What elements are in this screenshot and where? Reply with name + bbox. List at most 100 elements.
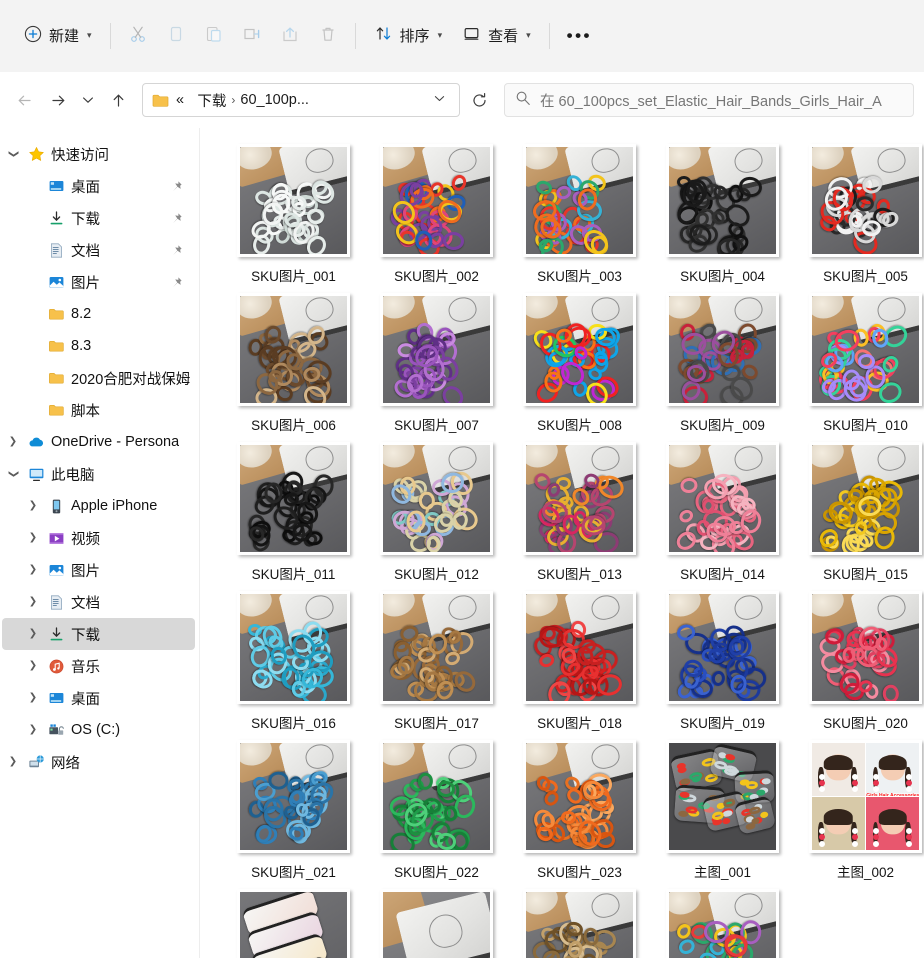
chevron-right-icon[interactable]: ❯ xyxy=(22,725,44,735)
chevron-right-icon[interactable]: ❯ xyxy=(2,437,24,447)
sidebar-item-9[interactable]: ❯ OneDrive - Persona xyxy=(2,426,195,458)
pin-icon[interactable] xyxy=(170,212,183,225)
file-tile[interactable]: SKU图片_009 xyxy=(651,291,794,439)
file-tile[interactable] xyxy=(651,887,794,958)
sidebar-item-0[interactable]: ❯ 快速访问 xyxy=(2,138,195,170)
sidebar-item-3[interactable]: · 文档 xyxy=(2,234,195,266)
view-button[interactable]: 查看 ▾ xyxy=(452,18,541,54)
chevron-down-icon[interactable]: ❯ xyxy=(8,143,19,165)
chevron-right-icon[interactable]: ❯ xyxy=(22,501,44,511)
sidebar-item-7[interactable]: · 2020合肥对战保姆 xyxy=(2,362,195,394)
file-tile[interactable]: SKU图片_008 xyxy=(508,291,651,439)
chevron-right-icon[interactable]: ❯ xyxy=(22,597,44,607)
file-tile[interactable]: SKU图片_012 xyxy=(365,440,508,588)
paste-button[interactable] xyxy=(195,18,233,54)
pin-icon[interactable] xyxy=(170,180,183,193)
file-tile[interactable]: Girls Hair Accessories 主图_002 xyxy=(794,738,924,886)
hair-bands xyxy=(526,445,633,552)
sidebar-item-12[interactable]: ❯ 视频 xyxy=(2,522,195,554)
copy-button[interactable] xyxy=(157,18,195,54)
file-tile[interactable]: SKU图片_023 xyxy=(508,738,651,886)
file-tile[interactable]: SKU图片_017 xyxy=(365,589,508,737)
share-button[interactable] xyxy=(271,18,309,54)
pin-icon[interactable] xyxy=(170,276,183,289)
sidebar-item-10[interactable]: ❯ 此电脑 xyxy=(2,458,195,490)
ellipsis-icon: ••• xyxy=(566,25,592,45)
chevron-right-icon[interactable]: ❯ xyxy=(22,533,44,543)
breadcrumb[interactable]: « 下载 › 60_100p... xyxy=(142,83,460,117)
refresh-button[interactable] xyxy=(462,84,494,116)
cut-button[interactable] xyxy=(119,18,157,54)
file-tile[interactable]: SKU图片_020 xyxy=(794,589,924,737)
chevron-right-icon[interactable]: ❯ xyxy=(22,693,44,703)
sidebar-item-18[interactable]: ❯ OS (C:) xyxy=(2,714,195,746)
breadcrumb-sep-1: › xyxy=(231,93,236,107)
file-tile[interactable] xyxy=(222,887,365,958)
thumbnail-image xyxy=(383,147,490,254)
sidebar-item-4[interactable]: · 图片 xyxy=(2,266,195,298)
bag-collection xyxy=(669,743,776,850)
breadcrumb-item-current[interactable]: 60_100p... xyxy=(240,92,426,108)
back-button[interactable] xyxy=(8,84,40,116)
file-tile[interactable]: SKU图片_001 xyxy=(222,142,365,290)
more-options-button[interactable]: ••• xyxy=(558,18,601,54)
file-tile[interactable]: SKU图片_015 xyxy=(794,440,924,588)
file-tile[interactable]: SKU图片_018 xyxy=(508,589,651,737)
up-button[interactable] xyxy=(102,84,134,116)
file-thumbnail xyxy=(809,442,922,555)
file-name-label: SKU图片_017 xyxy=(394,716,479,731)
sidebar-item-13[interactable]: ❯ 图片 xyxy=(2,554,195,586)
file-tile[interactable] xyxy=(365,887,508,958)
file-tile[interactable]: SKU图片_022 xyxy=(365,738,508,886)
breadcrumb-item-downloads[interactable]: 下载 xyxy=(197,90,226,111)
pin-icon[interactable] xyxy=(170,244,183,257)
recent-locations-button[interactable] xyxy=(76,84,100,116)
file-tile[interactable]: 主图_001 xyxy=(651,738,794,886)
file-tile[interactable]: SKU图片_011 xyxy=(222,440,365,588)
chevron-right-icon[interactable]: ❯ xyxy=(22,661,44,671)
sidebar-item-19[interactable]: ❯ 网络 xyxy=(2,746,195,778)
rename-button[interactable] xyxy=(233,18,271,54)
sidebar-item-6[interactable]: · 8.3 xyxy=(2,330,195,362)
model-hair xyxy=(824,754,853,771)
chevron-right-icon[interactable]: ❯ xyxy=(22,565,44,575)
breadcrumb-dropdown-icon[interactable] xyxy=(426,92,453,108)
sidebar-item-5[interactable]: · 8.2 xyxy=(2,298,195,330)
file-tile[interactable]: SKU图片_013 xyxy=(508,440,651,588)
new-button[interactable]: 新建 ▾ xyxy=(14,18,102,54)
file-tile[interactable]: SKU图片_003 xyxy=(508,142,651,290)
sidebar-item-11[interactable]: ❯ Apple iPhone xyxy=(2,490,195,522)
hair-tie xyxy=(851,840,858,847)
search-input[interactable]: 在 60_100pcs_set_Elastic_Hair_Bands_Girls… xyxy=(540,90,882,111)
sidebar-item-17[interactable]: ❯ 桌面 xyxy=(2,682,195,714)
file-tile[interactable]: SKU图片_005 xyxy=(794,142,924,290)
sidebar-item-2[interactable]: · 下载 xyxy=(2,202,195,234)
file-tile[interactable]: SKU图片_016 xyxy=(222,589,365,737)
sort-button[interactable]: 排序 ▾ xyxy=(364,18,453,54)
sidebar-item-16[interactable]: ❯ 音乐 xyxy=(2,650,195,682)
delete-button[interactable] xyxy=(309,18,347,54)
chevron-right-icon[interactable]: ❯ xyxy=(2,757,24,767)
file-tile[interactable]: SKU图片_007 xyxy=(365,291,508,439)
hair-bands xyxy=(240,594,347,701)
chevron-right-icon[interactable]: ❯ xyxy=(22,629,44,639)
file-tile[interactable]: SKU图片_019 xyxy=(651,589,794,737)
sidebar-item-15[interactable]: ❯ 下载 xyxy=(2,618,195,650)
file-tile[interactable]: SKU图片_006 xyxy=(222,291,365,439)
sidebar-item-label: 下载 xyxy=(71,211,100,228)
sidebar-item-1[interactable]: · 桌面 xyxy=(2,170,195,202)
forward-button[interactable] xyxy=(42,84,74,116)
sidebar-item-14[interactable]: ❯ 文档 xyxy=(2,586,195,618)
file-tile[interactable]: SKU图片_004 xyxy=(651,142,794,290)
search-box[interactable]: 在 60_100pcs_set_Elastic_Hair_Bands_Girls… xyxy=(504,83,914,117)
file-tile[interactable]: SKU图片_002 xyxy=(365,142,508,290)
file-tile[interactable] xyxy=(508,887,651,958)
pictures-icon xyxy=(44,562,68,579)
sidebar-item-8[interactable]: · 脚本 xyxy=(2,394,195,426)
file-tile[interactable]: SKU图片_010 xyxy=(794,291,924,439)
file-tile[interactable]: SKU图片_014 xyxy=(651,440,794,588)
file-tile[interactable]: SKU图片_021 xyxy=(222,738,365,886)
chevron-down-icon[interactable]: ❯ xyxy=(8,463,19,485)
breadcrumb-overflow[interactable]: « xyxy=(176,92,184,108)
file-list-pane[interactable]: SKU图片_001 SKU图片_002 SKU图片_003 SKU图片_004 SKU图… xyxy=(200,128,924,958)
